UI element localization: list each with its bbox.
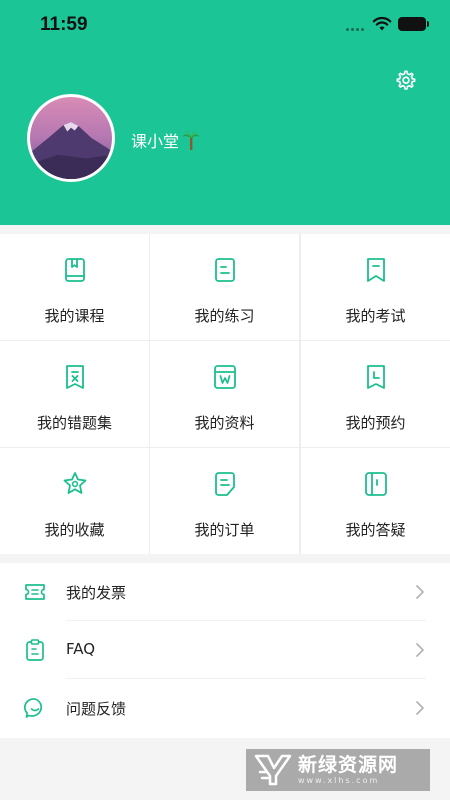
- grid-item-wrong-questions[interactable]: 我的错题集: [0, 341, 149, 447]
- grid-item-my-courses[interactable]: 我的课程: [0, 234, 149, 340]
- clipboard-icon: [26, 639, 44, 661]
- list-item-my-invoices[interactable]: 我的发票: [0, 563, 450, 621]
- exercise-icon: [214, 258, 235, 282]
- feature-grid: 我的课程 我的练习 我的考试 我的错题集 我的资料 我的预约 我的收藏 我的订单…: [0, 234, 450, 554]
- watermark-text: 新绿资源网 www.xlhs.com: [298, 754, 398, 786]
- avatar-mountain-image: [30, 97, 112, 179]
- grid-item-label: 我的预约: [345, 414, 406, 432]
- signal-icon: [346, 28, 366, 33]
- grid-item-label: 我的答疑: [345, 521, 406, 539]
- grid-item-my-orders[interactable]: 我的订单: [150, 448, 299, 554]
- wrong-questions-icon: [65, 365, 84, 389]
- settings-list: 我的发票 FAQ 问题反馈: [0, 563, 450, 738]
- materials-icon: [213, 365, 236, 389]
- chevron-right-icon: [416, 585, 424, 599]
- order-icon: [214, 472, 235, 496]
- list-item-faq[interactable]: FAQ: [0, 621, 450, 679]
- watermark-en: www.xlhs.com: [298, 776, 380, 785]
- grid-item-label: 我的收藏: [44, 521, 105, 539]
- palm-tree-emoji-icon: [182, 131, 200, 150]
- chevron-right-icon: [416, 701, 424, 715]
- grid-item-label: 我的考试: [345, 307, 406, 325]
- chevron-right-icon: [416, 643, 424, 657]
- avatar[interactable]: [27, 94, 115, 182]
- grid-item-my-exercises[interactable]: 我的练习: [150, 234, 299, 340]
- watermark: 新绿资源网 www.xlhs.com: [246, 749, 430, 791]
- list-item-feedback[interactable]: 问题反馈: [0, 679, 450, 737]
- status-time: 11:59: [40, 14, 88, 35]
- watermark-logo-icon: [254, 754, 292, 786]
- grid-item-label: 我的错题集: [36, 414, 112, 432]
- appointment-icon: [366, 365, 385, 389]
- grid-item-my-appointments[interactable]: 我的预约: [301, 341, 450, 447]
- grid-item-my-favorites[interactable]: 我的收藏: [0, 448, 149, 554]
- grid-item-label: 我的练习: [194, 307, 255, 325]
- grid-item-label: 我的课程: [44, 307, 105, 325]
- feedback-icon: [23, 698, 43, 718]
- qa-icon: [364, 472, 387, 496]
- settings-gear-icon[interactable]: [395, 69, 417, 91]
- list-item-label: 我的发票: [66, 584, 127, 602]
- username-text: 课小堂: [131, 132, 180, 151]
- username[interactable]: 课小堂: [131, 128, 200, 152]
- star-icon: [63, 472, 86, 494]
- book-icon: [64, 258, 85, 282]
- watermark-cn: 新绿资源网: [298, 754, 399, 776]
- profile-header: 11:59 课小堂: [0, 0, 450, 225]
- grid-item-label: 我的订单: [194, 521, 255, 539]
- grid-item-my-exams[interactable]: 我的考试: [301, 234, 450, 340]
- grid-item-my-materials[interactable]: 我的资料: [150, 341, 299, 447]
- invoice-icon: [25, 584, 45, 600]
- list-item-label: 问题反馈: [66, 700, 127, 718]
- list-item-label: FAQ: [66, 640, 96, 658]
- exam-bookmark-icon: [366, 258, 385, 282]
- battery-icon: [398, 17, 429, 31]
- wifi-icon: [372, 16, 392, 31]
- status-bar: 11:59: [0, 0, 450, 50]
- grid-item-label: 我的资料: [194, 414, 255, 432]
- grid-item-my-qa[interactable]: 我的答疑: [301, 448, 450, 554]
